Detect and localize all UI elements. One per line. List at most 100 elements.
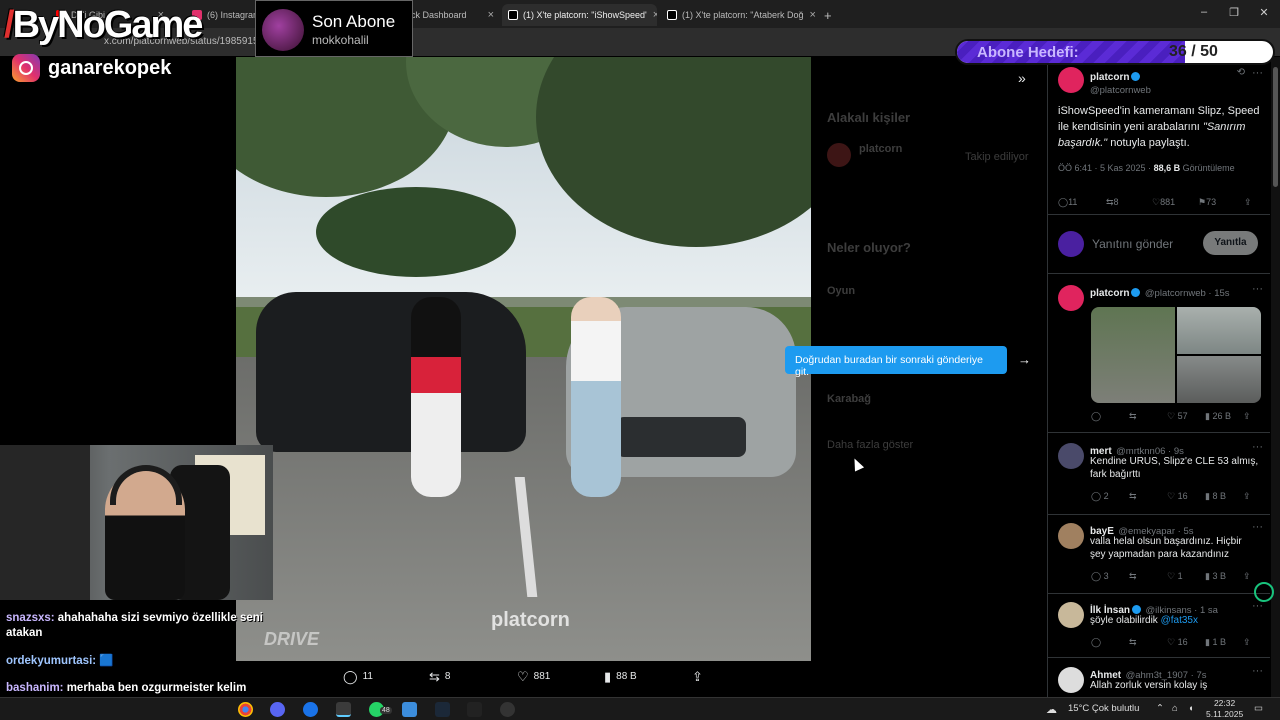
views-button[interactable]: ▮ 8 B xyxy=(1205,491,1243,502)
avatar[interactable] xyxy=(1058,443,1084,469)
scrollbar-thumb[interactable] xyxy=(1273,67,1278,187)
like-button[interactable]: ♡ 16 xyxy=(1167,491,1205,502)
scrollbar[interactable] xyxy=(1271,57,1280,697)
app-icon[interactable] xyxy=(402,702,417,717)
weather[interactable]: 15°C Çok bulutlu xyxy=(1068,703,1139,714)
volume-icon[interactable]: ◖ xyxy=(1188,703,1194,714)
media-image[interactable] xyxy=(1091,307,1175,403)
goal-count: 36 / 50 xyxy=(1169,43,1218,60)
browser-tab-x-active[interactable]: (1) X'te platcorn: "iShowSpeed' × xyxy=(502,4,657,26)
author-handle[interactable]: @platcornweb · 15s xyxy=(1145,288,1230,299)
edge-icon[interactable] xyxy=(303,702,318,717)
more-options-icon[interactable]: ··· xyxy=(1252,283,1263,295)
notifications-icon[interactable]: ▭ xyxy=(1254,703,1263,714)
grok-icon[interactable]: ⟲ xyxy=(1237,67,1245,78)
share-icon[interactable]: ⇪ xyxy=(1243,637,1251,648)
avatar[interactable] xyxy=(1058,523,1084,549)
share-icon[interactable]: ⇪ xyxy=(1243,571,1251,582)
close-icon[interactable]: × xyxy=(482,9,500,21)
more-options-icon[interactable]: ··· xyxy=(1252,441,1263,453)
reply-actions: ◯ 2 ⇆ ♡ 16 ▮ 8 B ⇪ xyxy=(1091,491,1261,502)
close-icon[interactable]: × xyxy=(647,9,657,21)
avatar[interactable] xyxy=(1058,602,1084,628)
browser-tab-x[interactable]: (1) X'te platcorn: "Ataberk Doğ × xyxy=(661,4,816,26)
like-button[interactable]: ♡ 1 xyxy=(1167,571,1205,582)
repost-icon[interactable]: ⇆ xyxy=(1129,571,1167,582)
discord-icon[interactable] xyxy=(270,702,285,717)
like-count: 881 xyxy=(1160,197,1176,207)
more-options-icon[interactable]: ··· xyxy=(1252,521,1263,533)
reply-actions: ◯ ⇆ ♡ 57 ▮ 26 B ⇪ xyxy=(1091,411,1261,422)
post-time[interactable]: ÖÖ 6:41 · 5 Kas 2025 · xyxy=(1058,163,1154,173)
chevron-up-icon[interactable]: ⌃ xyxy=(1156,703,1164,714)
x-logo-icon xyxy=(667,10,677,20)
like-button[interactable]: ♡ 57 xyxy=(1167,411,1205,422)
reply-button[interactable]: ◯ 11 xyxy=(1058,197,1106,208)
repost-button[interactable]: ⇆ 8 xyxy=(429,670,450,683)
repost-icon[interactable]: ⇆ xyxy=(1129,411,1167,422)
collapse-panel-icon[interactable]: » xyxy=(1018,70,1026,86)
comment-icon[interactable]: ◯ xyxy=(1091,411,1129,422)
reply-post[interactable]: Ahmet @ahm3t_1907 · 7s ··· Allah zorluk … xyxy=(1058,665,1263,697)
reply-button[interactable]: ◯ 2 xyxy=(1091,491,1129,502)
minimize-icon[interactable]: – xyxy=(1190,6,1218,18)
comment-icon: ◯ xyxy=(343,669,358,684)
like-button[interactable]: ♡ 881 xyxy=(517,670,550,683)
repost-button[interactable]: ⇆ 8 xyxy=(1106,197,1152,208)
views-button[interactable]: ▮ 1 B xyxy=(1205,637,1243,648)
share-button[interactable]: ⇪ xyxy=(692,670,703,683)
follow-button[interactable]: Takip ediliyor xyxy=(965,151,1029,163)
like-button[interactable]: ♡ 881 xyxy=(1152,197,1198,208)
author-name[interactable]: platcorn xyxy=(1090,288,1129,299)
tweet-photo[interactable]: platcorn DRIVE xyxy=(236,57,811,661)
chat-message: snazsxs: ahahahaha sizi sevmiyo özellikl… xyxy=(6,611,266,641)
repost-icon[interactable]: ⇆ xyxy=(1129,637,1167,648)
reply-button[interactable]: ◯ 3 xyxy=(1091,571,1129,582)
chrome-active-icon[interactable] xyxy=(336,702,351,717)
app-icon[interactable] xyxy=(467,702,482,717)
restore-icon[interactable]: ❐ xyxy=(1220,6,1248,19)
avatar[interactable] xyxy=(1058,67,1084,93)
reply-media-grid[interactable] xyxy=(1091,307,1261,403)
my-avatar xyxy=(1058,231,1084,257)
close-window-icon[interactable]: ✕ xyxy=(1250,6,1278,19)
repost-icon[interactable]: ⇆ xyxy=(1129,491,1167,502)
more-options-icon[interactable]: ··· xyxy=(1252,67,1263,79)
author-name[interactable]: platcorn xyxy=(1090,72,1129,83)
system-clock[interactable]: 22:32 5.11.2025 xyxy=(1206,698,1243,720)
steam-icon[interactable] xyxy=(435,702,450,717)
close-icon[interactable]: × xyxy=(803,9,816,21)
comment-icon[interactable]: ◯ xyxy=(1091,637,1129,648)
more-options-icon[interactable]: ··· xyxy=(1252,665,1263,677)
next-post-arrow-icon[interactable]: → xyxy=(1018,352,1031,367)
like-button[interactable]: ♡ 16 xyxy=(1167,637,1205,648)
avatar[interactable] xyxy=(1058,285,1084,311)
media-image[interactable] xyxy=(1177,307,1261,354)
avatar[interactable] xyxy=(1058,667,1084,693)
reply-post[interactable]: mert @mrtknn06 · 9s ··· Kendine URUS, Sl… xyxy=(1058,441,1263,511)
new-tab-button[interactable]: + xyxy=(818,4,840,26)
bookmark-button[interactable]: ⚑ 73 xyxy=(1198,197,1244,208)
views-button[interactable]: ▮ 88 B xyxy=(604,670,637,683)
reply-submit-button[interactable]: Yanıtla xyxy=(1203,231,1258,255)
reply-input[interactable]: Yanıtını gönder xyxy=(1092,237,1173,251)
network-icon[interactable]: ⌂ xyxy=(1172,703,1178,714)
author-handle[interactable]: @platcornweb xyxy=(1090,85,1151,96)
reply-post[interactable]: platcorn @platcornweb · 15s ··· ◯ ⇆ ♡ 57… xyxy=(1058,283,1263,423)
reply-post[interactable]: bayE @emekyapar · 5s ··· valla helal ols… xyxy=(1058,521,1263,591)
share-icon[interactable]: ⇪ xyxy=(1243,491,1251,502)
show-more-link[interactable]: Daha fazla göster xyxy=(827,439,913,451)
view-count: 88 B xyxy=(616,671,637,682)
share-icon[interactable]: ⇪ xyxy=(1243,411,1251,422)
reply-post[interactable]: İlk İnsan @ilkinsans · 1 sa ··· şöyle ol… xyxy=(1058,600,1263,655)
views-button[interactable]: ▮ 3 B xyxy=(1205,571,1243,582)
share-button[interactable]: ⇪ xyxy=(1244,197,1252,208)
chat-username: ordekyumurtasi: xyxy=(6,655,97,667)
media-image[interactable] xyxy=(1177,356,1261,403)
views-button[interactable]: ▮ 26 B xyxy=(1205,411,1243,422)
reply-button[interactable]: ◯ 11 xyxy=(343,670,373,683)
mention-link[interactable]: @fat35x xyxy=(1161,615,1198,626)
assistant-extension-icon[interactable] xyxy=(1254,582,1274,602)
chrome-icon[interactable] xyxy=(238,702,253,717)
obs-icon[interactable] xyxy=(500,702,515,717)
